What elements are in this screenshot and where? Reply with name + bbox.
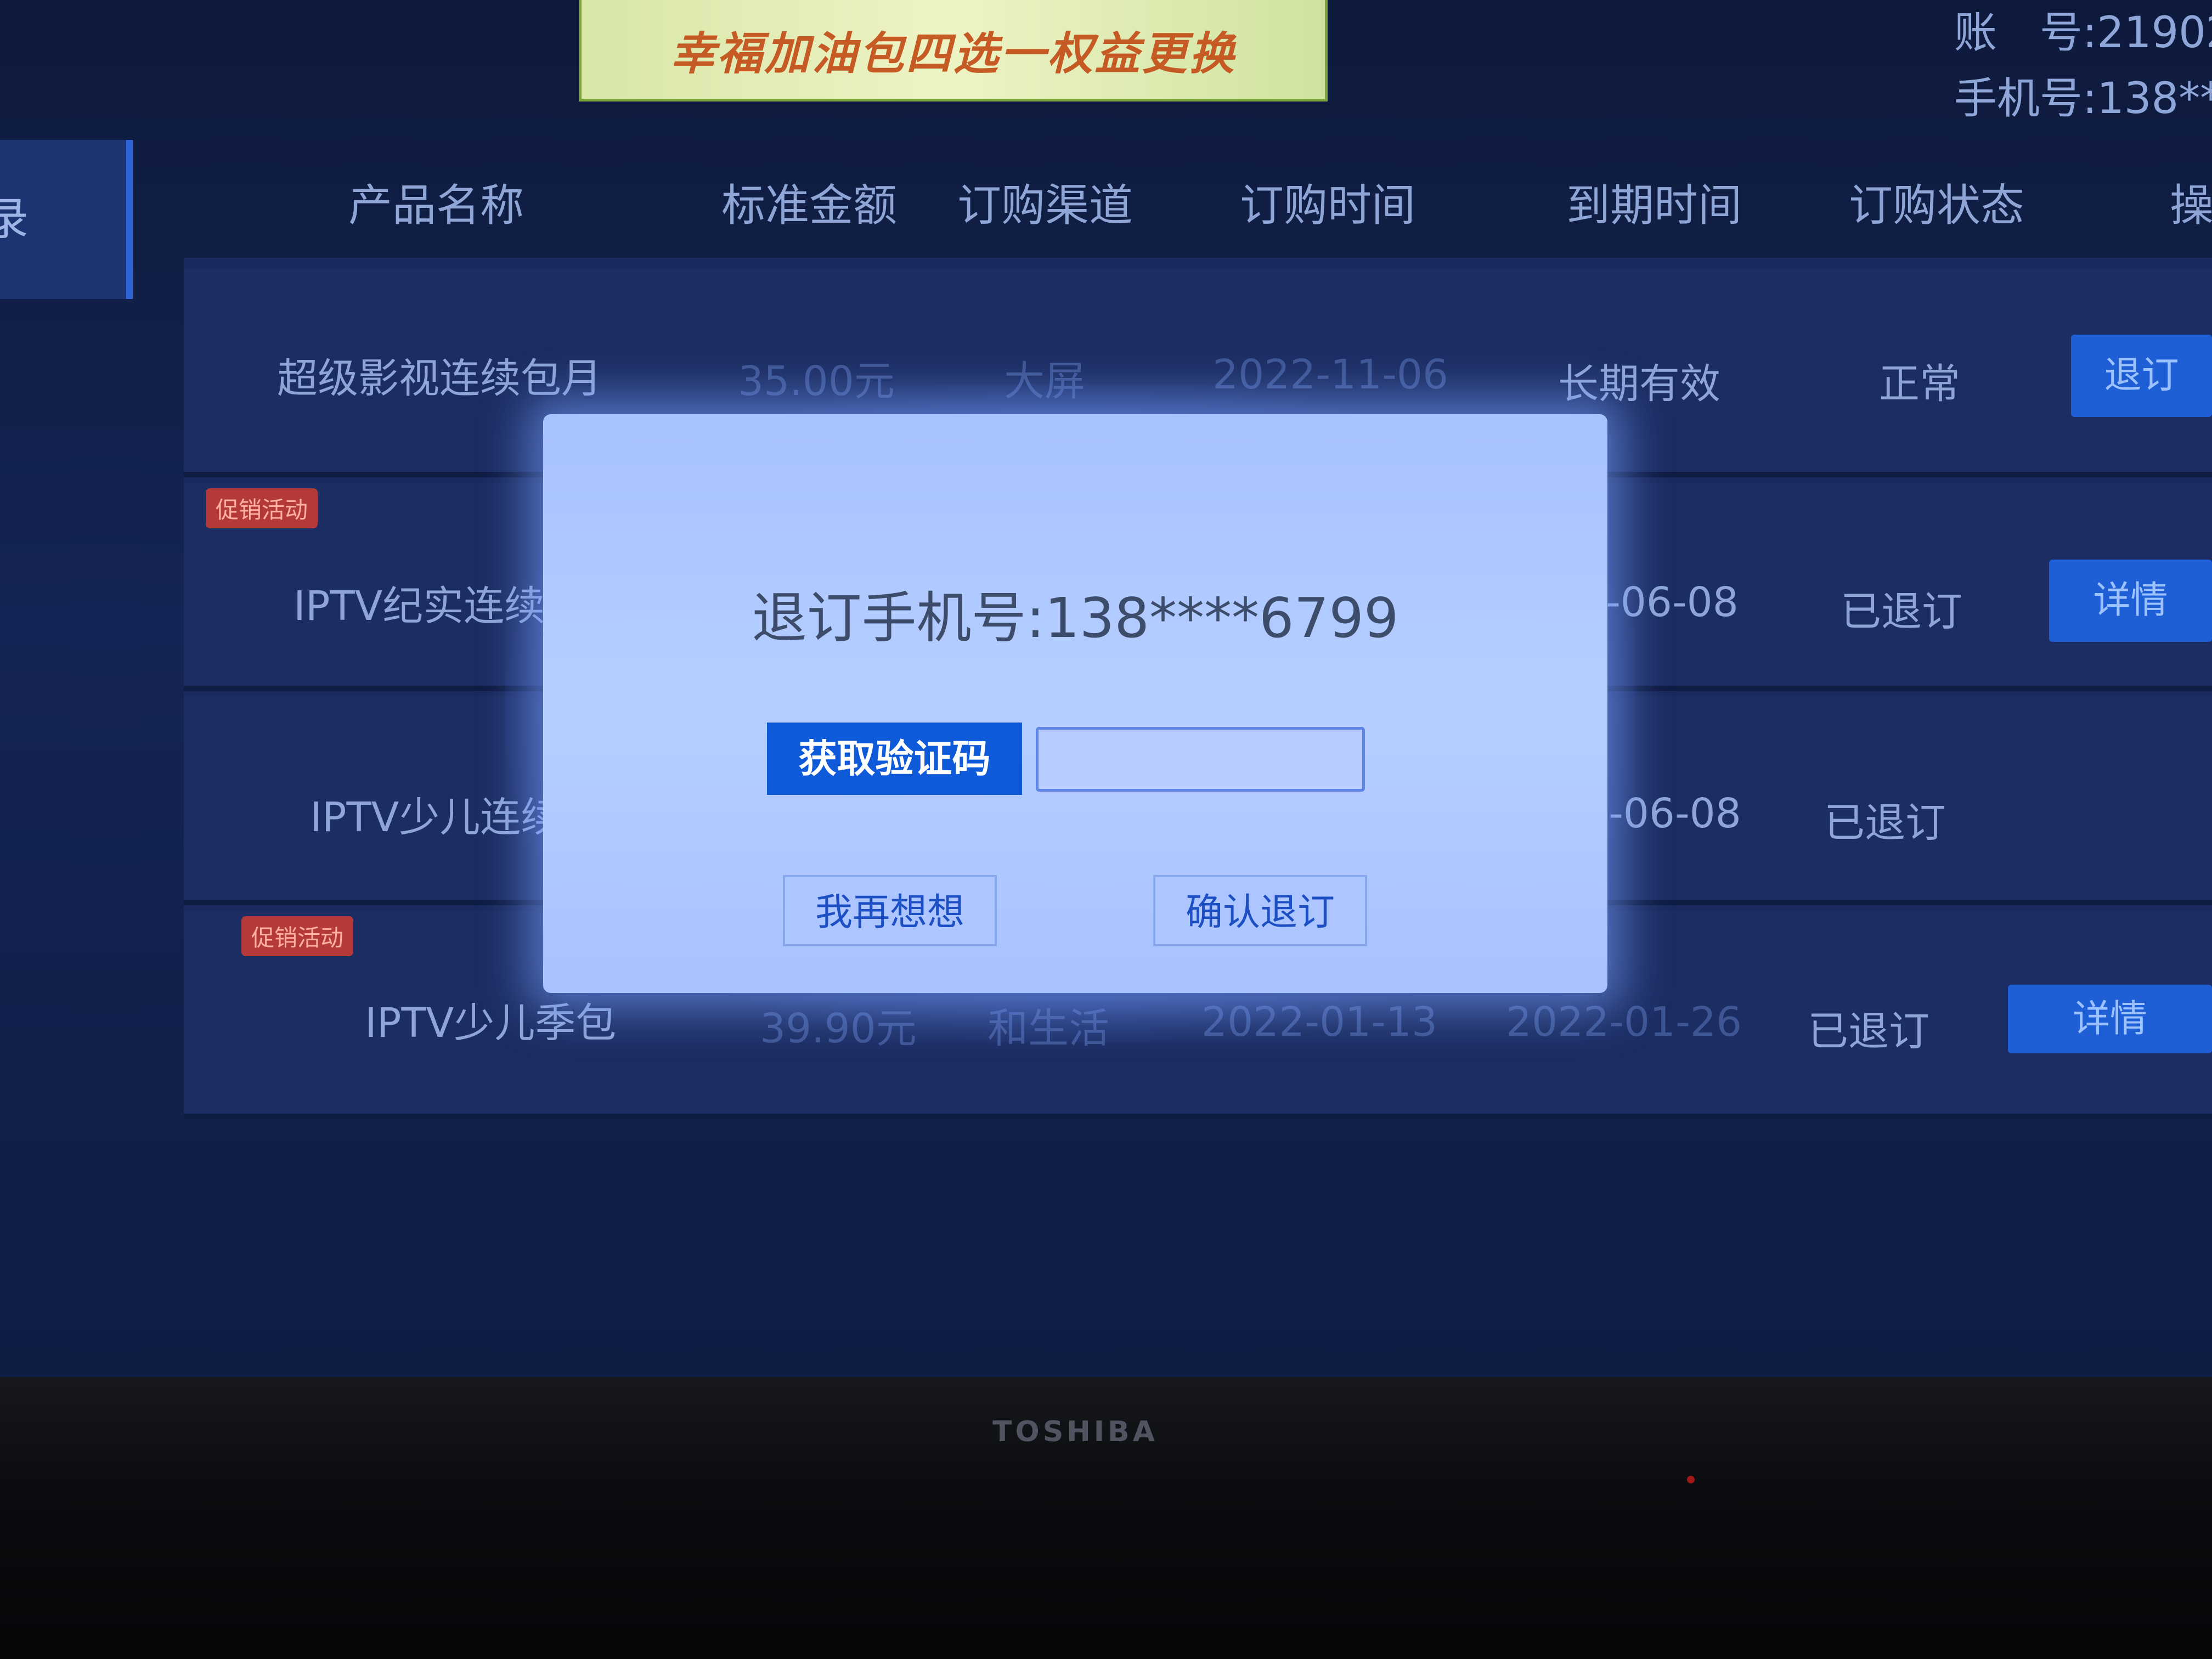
confirm-unsubscribe-button[interactable]: 确认退订 bbox=[1153, 875, 1367, 946]
header-product-name: 产品名称 bbox=[348, 180, 524, 231]
account-info: 账 号:21902 手机号:138** bbox=[1954, 0, 2212, 132]
row-status: 正常 bbox=[1879, 360, 1960, 408]
header-order-time: 订购时间 bbox=[1240, 180, 1415, 231]
verification-code-input[interactable] bbox=[1036, 727, 1365, 792]
unsubscribe-dialog: 退订手机号:138****6799 获取验证码 我再想想 确认退订 bbox=[543, 414, 1607, 993]
details-button[interactable]: 详情 bbox=[2049, 560, 2212, 642]
promo-badge: 促销活动 bbox=[241, 916, 354, 956]
header-standard-amount: 标准金额 bbox=[721, 180, 897, 231]
sidebar-item-active[interactable]: 录 bbox=[0, 140, 133, 299]
header-order-status: 订购状态 bbox=[1849, 180, 2024, 231]
get-verification-code-button[interactable]: 获取验证码 bbox=[767, 723, 1022, 795]
header-expire-time: 到期时间 bbox=[1566, 180, 1742, 231]
account-phone: 手机号:138** bbox=[1954, 74, 2212, 123]
tv-screen: 幸福加油包四选一权益更换 账 号:21902 手机号:138** 录 产品名称 … bbox=[0, 0, 2212, 1377]
account-number: 账 号:21902 bbox=[1954, 8, 2212, 58]
dialog-title: 退订手机号:138****6799 bbox=[752, 586, 1399, 650]
promo-badge: 促销活动 bbox=[206, 488, 318, 528]
tv-brand-logo: TOSHIBA bbox=[992, 1415, 1158, 1448]
row-status: 已退订 bbox=[1824, 799, 1946, 847]
unsubscribe-button[interactable]: 退订 bbox=[2071, 335, 2212, 417]
power-led-icon bbox=[1687, 1476, 1695, 1483]
row-status: 已退订 bbox=[1808, 1008, 1929, 1055]
promo-banner-text: 幸福加油包四选一权益更换 bbox=[670, 27, 1237, 80]
promo-banner[interactable]: 幸福加油包四选一权益更换 bbox=[579, 0, 1328, 101]
header-order-channel: 订购渠道 bbox=[957, 180, 1133, 231]
header-operation: 操 bbox=[2170, 180, 2212, 231]
row-status: 已退订 bbox=[1841, 588, 1962, 635]
cancel-button[interactable]: 我再想想 bbox=[783, 875, 997, 946]
details-button[interactable]: 详情 bbox=[2008, 985, 2212, 1053]
sidebar-item-label: 录 bbox=[0, 193, 29, 245]
